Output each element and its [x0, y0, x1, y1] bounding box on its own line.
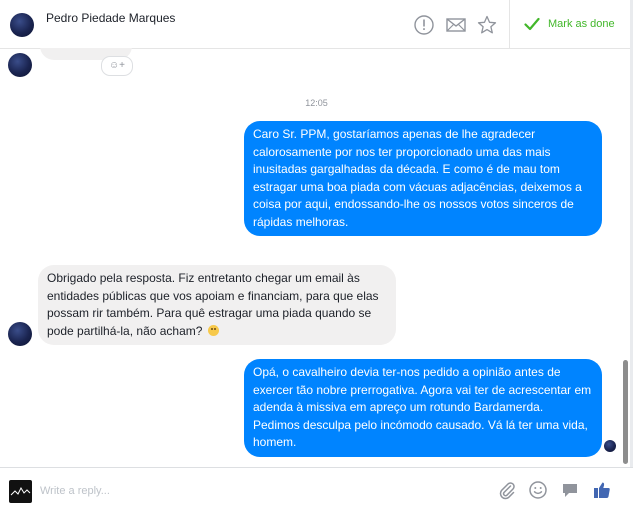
message-text: Caro Sr. PPM, gostaríamos apenas de lhe … — [253, 127, 582, 229]
outgoing-message-bubble[interactable]: Opá, o cavalheiro devia ter-nos pedido a… — [244, 359, 602, 457]
contact-avatar-small[interactable] — [8, 322, 32, 346]
outgoing-message-bubble[interactable]: Caro Sr. PPM, gostaríamos apenas de lhe … — [244, 121, 602, 236]
checkmark-icon — [524, 17, 540, 31]
mark-as-done-label: Mark as done — [548, 18, 615, 30]
contact-name[interactable]: Pedro Piedade Marques — [46, 11, 175, 25]
mark-as-done-button[interactable]: Mark as done — [509, 0, 633, 48]
user-avatar-logo-icon — [10, 486, 31, 496]
thread-scrollbar[interactable] — [623, 360, 628, 464]
emoji-icon[interactable] — [528, 480, 548, 500]
message-text: Opá, o cavalheiro devia ter-nos pedido a… — [253, 365, 592, 449]
user-avatar — [9, 480, 32, 503]
message-timestamp: 12:05 — [305, 98, 328, 108]
star-icon[interactable] — [476, 14, 498, 36]
incoming-message-bubble[interactable]: Obrigado pela resposta. Fiz entretanto c… — [38, 265, 396, 345]
paperclip-icon[interactable] — [497, 480, 517, 500]
reply-composer — [0, 467, 633, 527]
reply-input[interactable] — [38, 480, 342, 502]
contact-avatar-small[interactable] — [8, 53, 32, 77]
add-reaction-button[interactable]: ☺+ — [101, 56, 133, 76]
thumbs-up-icon[interactable] — [592, 480, 612, 500]
envelope-icon[interactable] — [445, 14, 467, 36]
conversation-header: Pedro Piedade Marques Mark as done — [0, 0, 633, 49]
message-thread: ☺+ 12:05 Caro Sr. PPM, gostaríamos apena… — [0, 48, 633, 467]
smile-emoji-icon — [207, 324, 219, 336]
seen-indicator-avatar — [604, 440, 616, 452]
contact-avatar[interactable] — [10, 13, 34, 37]
sticker-icon[interactable] — [560, 480, 580, 500]
alert-icon[interactable] — [413, 14, 435, 36]
